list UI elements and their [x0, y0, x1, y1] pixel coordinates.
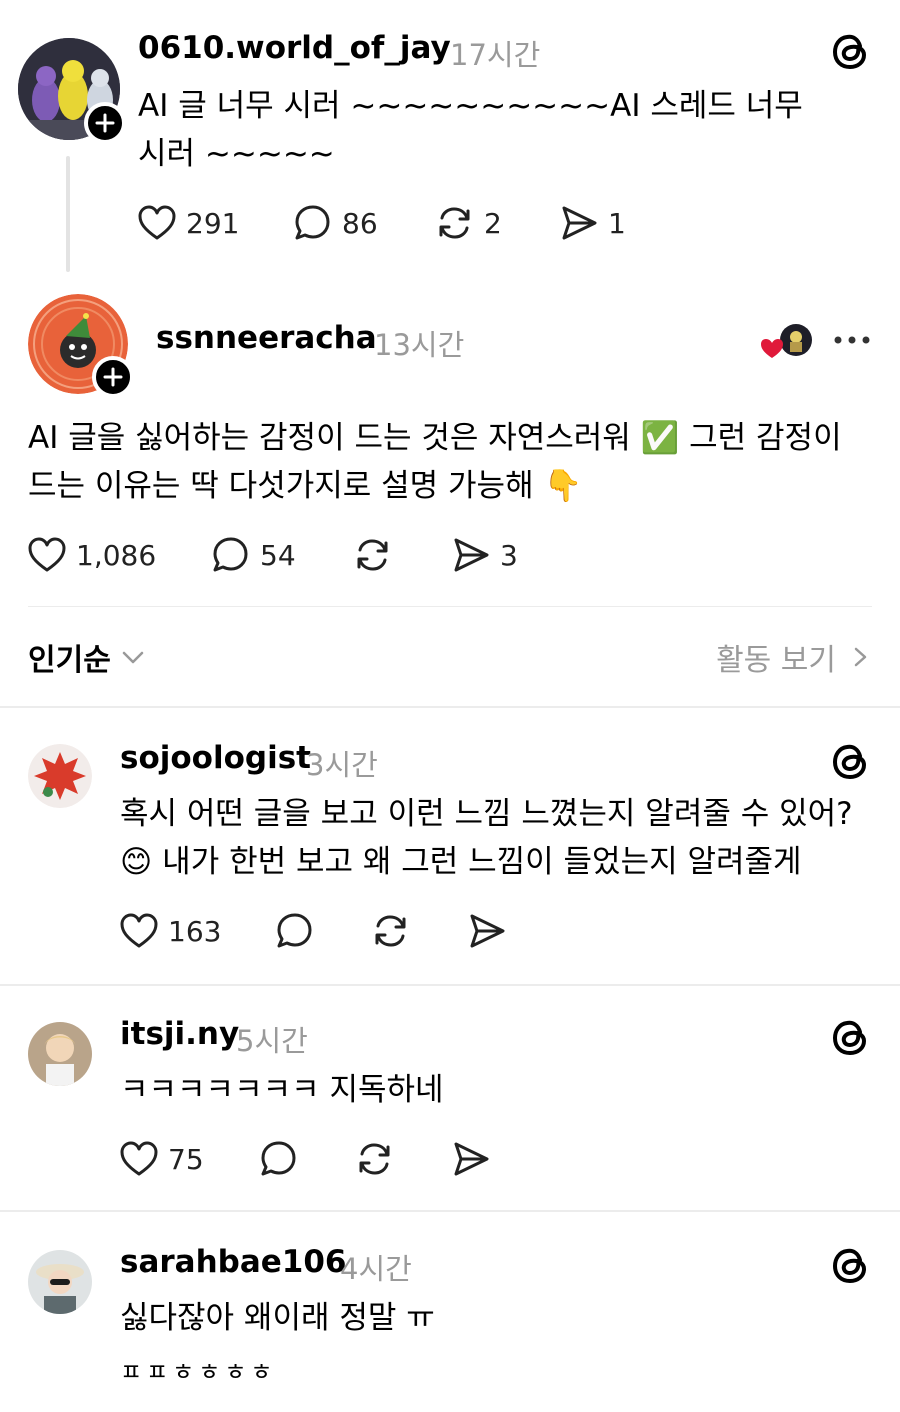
- repost-icon: [359, 1143, 390, 1175]
- like-count: 1,086: [76, 538, 157, 572]
- time-ago: 13시간: [374, 328, 465, 362]
- heart-icon: [28, 537, 66, 572]
- comment-text-line-2: ㅍㅍㅎㅎㅎㅎ: [120, 1358, 277, 1386]
- avatar[interactable]: [28, 1022, 92, 1086]
- time-ago: 17시간: [450, 38, 541, 72]
- follow-plus-icon[interactable]: [92, 356, 134, 398]
- username[interactable]: 0610.world_of_jay: [138, 30, 451, 66]
- like-count: 75: [168, 1142, 204, 1176]
- comment-bubble-icon: [213, 537, 248, 572]
- send-icon: [562, 206, 597, 240]
- share-button[interactable]: [450, 1134, 492, 1184]
- divider: [0, 984, 900, 986]
- divider: [0, 706, 900, 708]
- time-ago: 4시간: [340, 1252, 412, 1286]
- send-icon: [454, 538, 489, 572]
- username[interactable]: itsji.ny: [120, 1016, 239, 1052]
- time-ago: 3시간: [306, 748, 378, 782]
- avatar[interactable]: [28, 744, 92, 808]
- like-count: 291: [186, 206, 240, 240]
- post-text: AI 글을 싫어하는 감정이 드는 것은 자연스러워 ✅ 그런 감정이 드는 이…: [28, 420, 842, 504]
- username[interactable]: sojoologist: [120, 740, 311, 776]
- liked-by-author-icon: [760, 322, 816, 362]
- chevron-right-icon: [854, 647, 867, 667]
- heart-icon: [138, 205, 176, 240]
- view-activity-link[interactable]: 활동 보기: [716, 634, 872, 680]
- share-count: 3: [500, 538, 518, 572]
- person-avatar-icon: [28, 1022, 92, 1086]
- sort-dropdown[interactable]: 인기순: [28, 634, 147, 680]
- divider: [28, 606, 872, 607]
- repost-button[interactable]: [370, 906, 412, 956]
- like-button[interactable]: 291: [136, 198, 239, 248]
- repost-count: 2: [484, 206, 502, 240]
- like-button[interactable]: 75: [118, 1134, 204, 1184]
- repost-icon: [375, 915, 406, 947]
- comment-bubble-icon: [261, 1141, 296, 1176]
- like-button[interactable]: 163: [118, 906, 221, 956]
- more-options-icon[interactable]: [832, 330, 872, 350]
- repost-button[interactable]: [352, 530, 394, 580]
- sort-label: 인기순: [28, 643, 111, 678]
- share-count: 1: [608, 206, 626, 240]
- comment-button[interactable]: 86: [292, 198, 378, 248]
- threads-logo-icon[interactable]: [830, 30, 872, 72]
- post-text: AI 글 너무 시러 ~~~~~~~~~~AI 스레드 너무 시러 ~~~~~: [138, 88, 803, 172]
- send-icon: [470, 914, 505, 948]
- time-ago: 5시간: [236, 1024, 308, 1058]
- username[interactable]: ssnneeracha: [156, 320, 377, 356]
- share-button[interactable]: [466, 906, 508, 956]
- threads-logo-icon[interactable]: [830, 1244, 872, 1286]
- repost-icon: [357, 539, 388, 571]
- comment-bubble-icon: [277, 913, 312, 948]
- comment-text: ㅋㅋㅋㅋㅋㅋㅋ 지독하네: [120, 1072, 444, 1108]
- comment-count: 86: [342, 206, 378, 240]
- comment-button[interactable]: [274, 906, 316, 956]
- repost-icon: [439, 207, 470, 239]
- comment-button[interactable]: 54: [210, 530, 296, 580]
- thread-line: [66, 156, 70, 272]
- comment-text: 싫다잖아 왜이래 정말 ㅠ: [120, 1300, 435, 1336]
- repost-button[interactable]: [354, 1134, 396, 1184]
- comment-button[interactable]: [258, 1134, 300, 1184]
- like-count: 163: [168, 914, 222, 948]
- comment-bubble-icon: [295, 205, 330, 240]
- divider: [0, 1210, 900, 1212]
- heart-icon: [120, 913, 158, 948]
- threads-logo-icon[interactable]: [830, 740, 872, 782]
- follow-plus-icon[interactable]: [84, 102, 126, 144]
- view-activity-label: 활동 보기: [716, 643, 836, 678]
- avatar[interactable]: [28, 1250, 92, 1314]
- username[interactable]: sarahbae106: [120, 1244, 347, 1280]
- like-button[interactable]: 1,086: [26, 530, 156, 580]
- repost-button[interactable]: 2: [434, 198, 502, 248]
- person-hat-avatar-icon: [28, 1250, 92, 1314]
- heart-icon: [120, 1141, 158, 1176]
- comment-text: 혹시 어떤 글을 보고 이런 느낌 느꼈는지 알려줄 수 있어? 😊 내가 한번…: [120, 796, 853, 880]
- chevron-down-icon: [122, 651, 144, 664]
- comment-count: 54: [260, 538, 296, 572]
- share-button[interactable]: 1: [558, 198, 626, 248]
- red-burst-avatar-icon: [28, 744, 92, 808]
- send-icon: [454, 1142, 489, 1176]
- threads-logo-icon[interactable]: [830, 1016, 872, 1058]
- share-button[interactable]: 3: [450, 530, 518, 580]
